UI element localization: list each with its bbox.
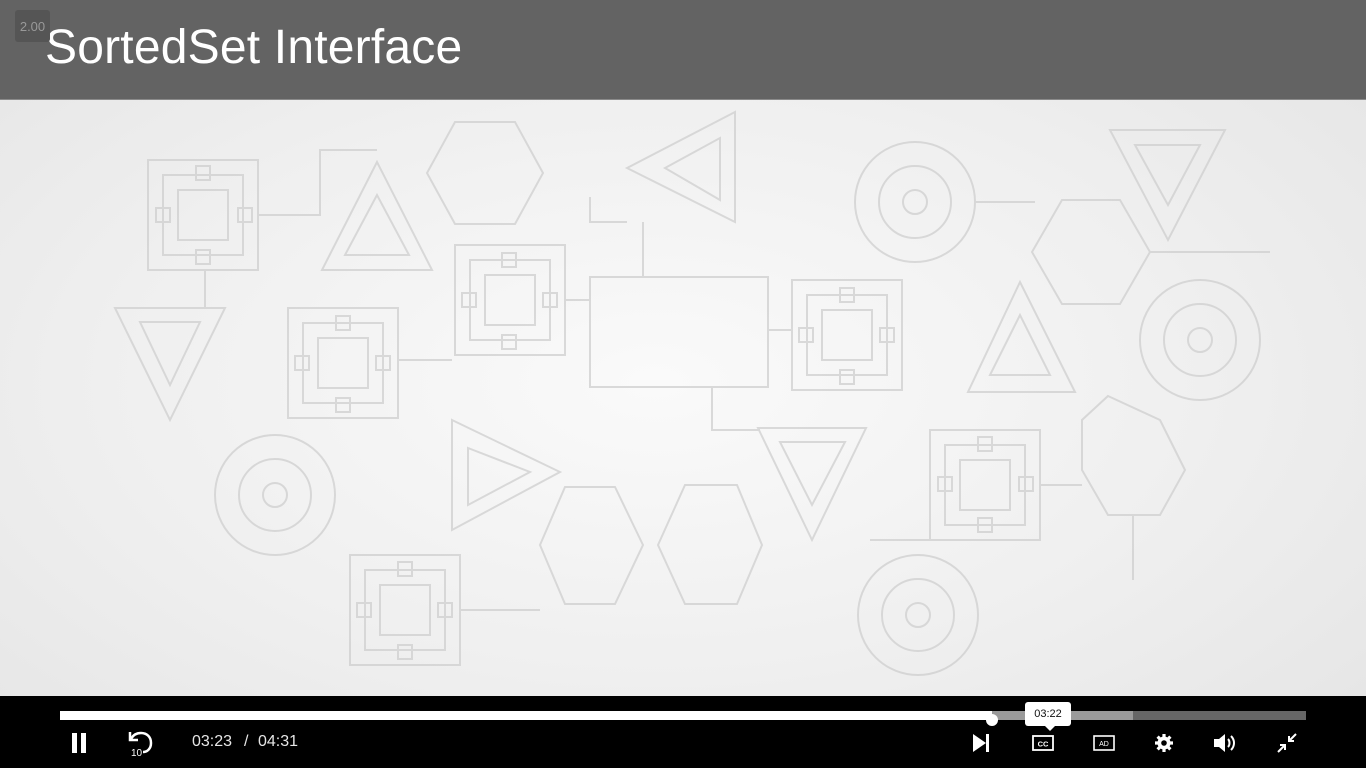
svg-text:CC: CC [1038,740,1049,749]
current-time: 03:23 [192,733,233,750]
playback-speed-badge[interactable]: 2.00 [15,10,50,42]
seek-bar[interactable]: 03:22 [60,702,1306,731]
pause-icon [72,733,86,753]
settings-gear-icon [1155,734,1173,752]
seek-bar-played [60,711,992,720]
svg-text:AD: AD [1099,741,1109,748]
volume-button[interactable] [1210,728,1240,758]
pause-button[interactable] [64,728,94,758]
duration-time: 04:31 [258,733,299,750]
player-control-bar: 03:22 10 03:23 / 04:31 CC AD [0,696,1366,768]
seek-hover-tooltip: 03:22 [1025,702,1071,731]
audio-description-button[interactable]: AD [1089,728,1119,758]
time-separator: / [244,733,249,750]
slide-title: SortedSet Interface [45,21,463,74]
svg-text:10: 10 [131,748,143,757]
exit-fullscreen-button[interactable] [1272,728,1302,758]
exit-fullscreen-icon [1277,733,1297,753]
next-button[interactable] [966,728,996,758]
seek-bar-handle[interactable] [986,714,998,726]
skip-next-icon [973,734,989,752]
replay-10-button[interactable]: 10 [126,728,156,758]
volume-icon [1214,734,1235,752]
chip-graphic [147,159,259,271]
circuit-background-art [113,110,1270,676]
closed-captions-button[interactable]: CC [1028,728,1058,758]
settings-button[interactable] [1149,728,1179,758]
audio-description-icon: AD [1093,735,1115,751]
slide-frame: SortedSet Interface 2.00 [0,0,1366,696]
closed-captions-icon: CC [1032,735,1054,751]
slide-header: SortedSet Interface [0,0,1366,100]
replay-10-icon: 10 [128,731,153,757]
